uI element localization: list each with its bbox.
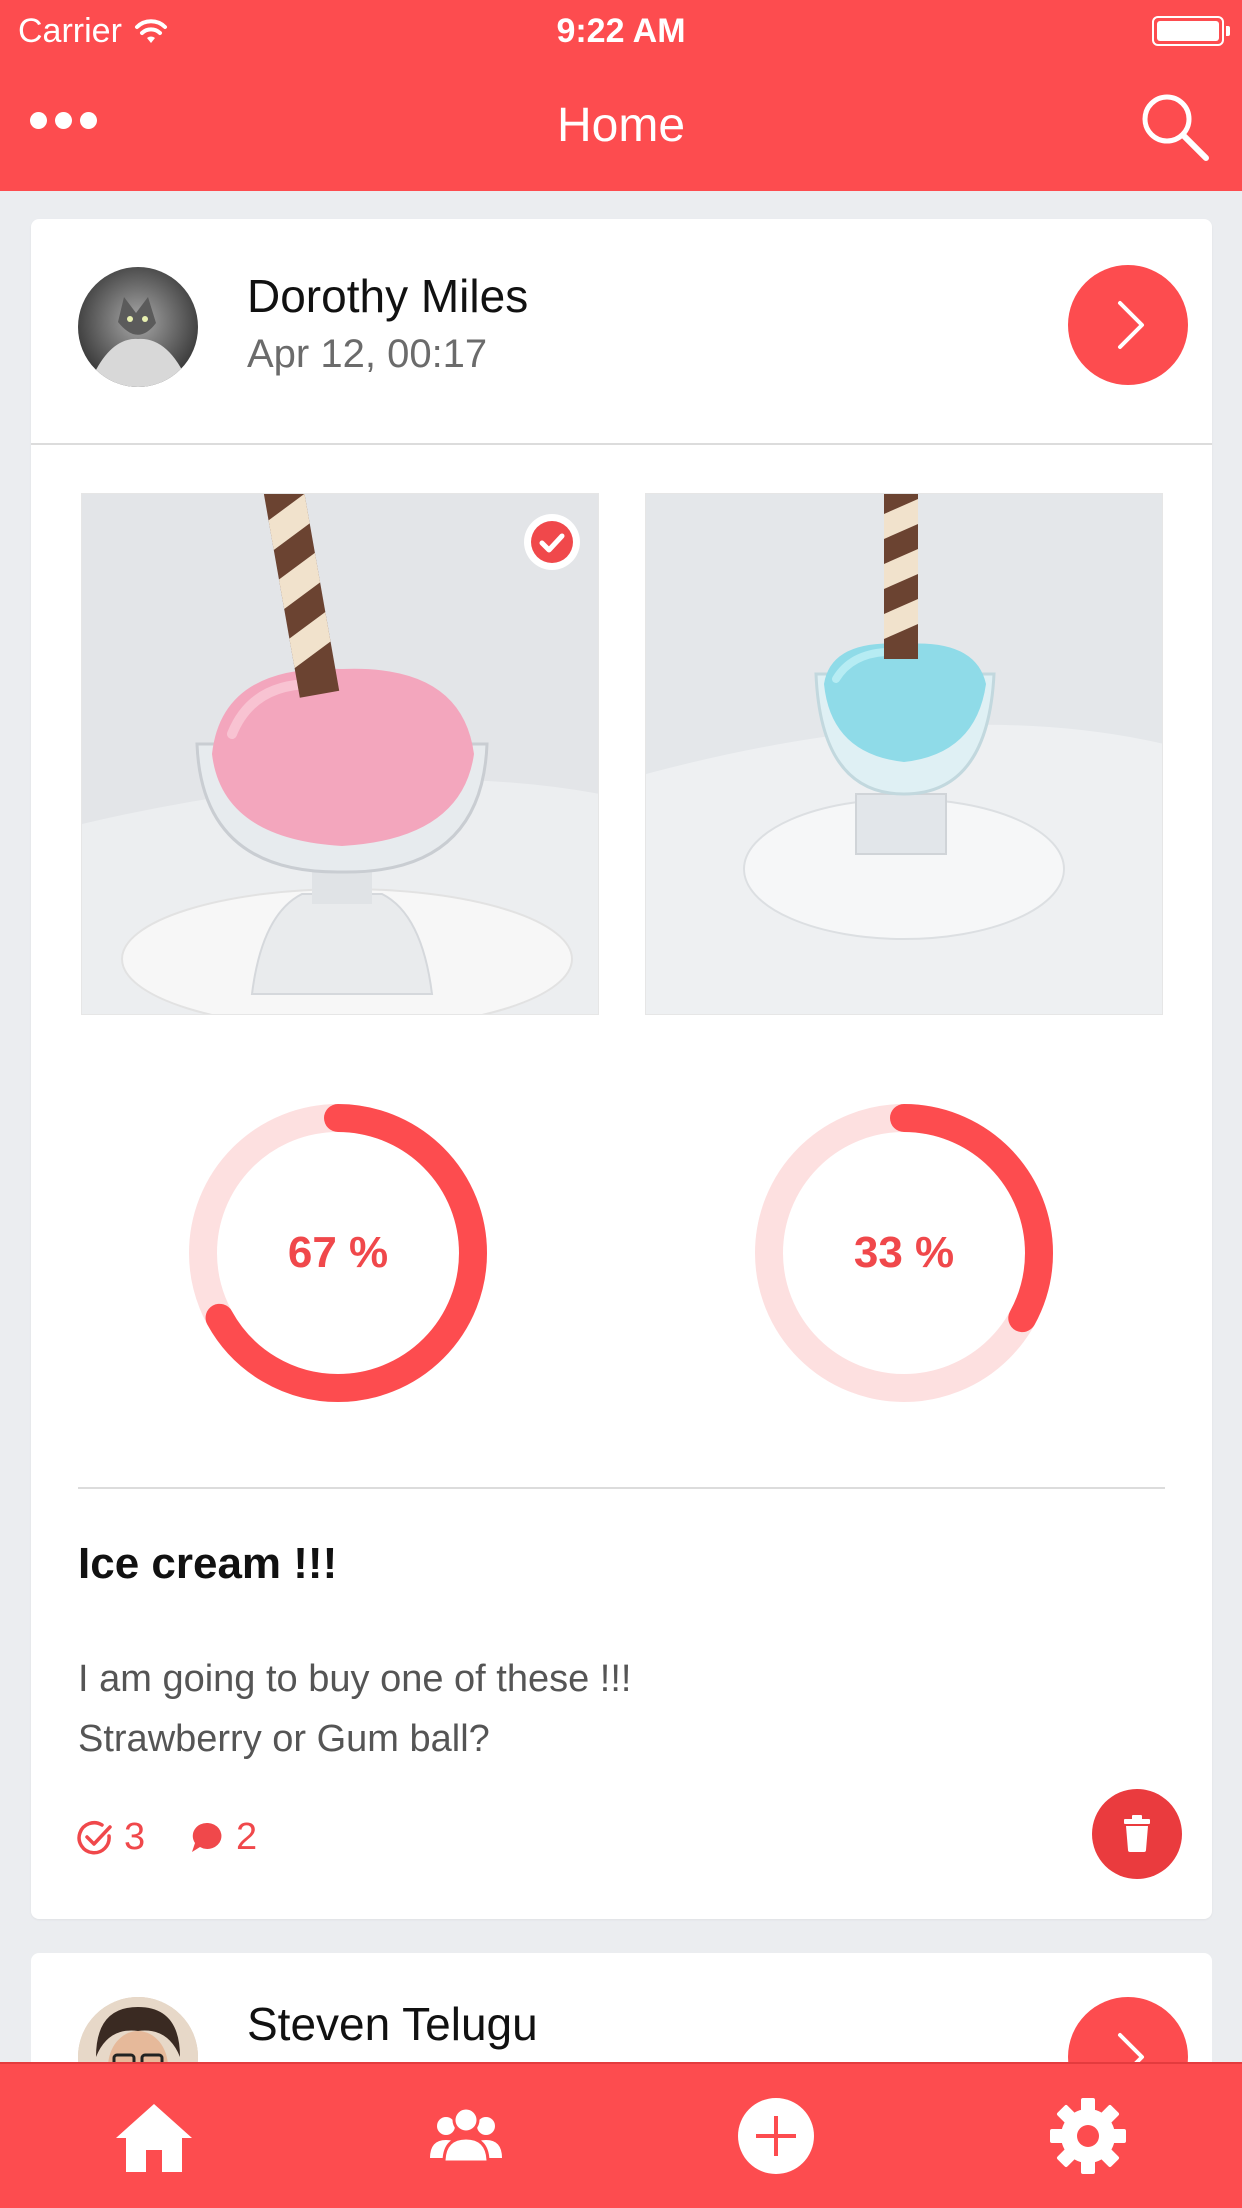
percentage-label: 33 % bbox=[853, 1228, 955, 1277]
cat-avatar-image bbox=[78, 267, 198, 387]
add-icon[interactable] bbox=[726, 2086, 826, 2186]
tab-bar bbox=[0, 2062, 1242, 2208]
author-name[interactable]: Dorothy Miles bbox=[247, 269, 528, 323]
app-header: Carrier 9:22 AM Home bbox=[0, 0, 1242, 191]
strawberry-ice-cream-photo bbox=[82, 494, 598, 1014]
divider bbox=[78, 1487, 1165, 1489]
votes-count[interactable]: 3 bbox=[76, 1816, 145, 1859]
search-icon[interactable] bbox=[1136, 88, 1212, 164]
check-circle-icon bbox=[77, 1820, 112, 1854]
divider bbox=[31, 443, 1212, 445]
option-photo-strawberry[interactable] bbox=[81, 493, 599, 1015]
home-icon[interactable] bbox=[104, 2086, 204, 2186]
status-time: 9:22 AM bbox=[556, 12, 686, 50]
open-post-button[interactable] bbox=[1068, 265, 1188, 385]
chevron-right-icon bbox=[1118, 301, 1144, 349]
votes-value: 3 bbox=[124, 1816, 146, 1858]
post-body-line: Strawberry or Gum ball? bbox=[78, 1718, 490, 1760]
gum-ball-ice-cream-photo bbox=[646, 494, 1162, 1014]
post-date: Apr 12, 00:17 bbox=[247, 332, 488, 376]
battery-icon bbox=[1152, 16, 1230, 46]
post-body-line: I am going to buy one of these !!! bbox=[78, 1658, 632, 1700]
comments-count[interactable]: 2 bbox=[188, 1816, 257, 1859]
vote-percentage-ring-gum-ball: 33 % bbox=[754, 1103, 1054, 1403]
avatar[interactable] bbox=[78, 267, 198, 387]
status-bar: Carrier 9:22 AM bbox=[0, 0, 1242, 62]
settings-icon[interactable] bbox=[1038, 2086, 1138, 2186]
selected-check-icon bbox=[524, 514, 580, 570]
author-name[interactable]: Steven Telugu bbox=[247, 1997, 538, 2051]
post-card: Dorothy Miles Apr 12, 00:17 67 % 33 % Ic… bbox=[31, 219, 1212, 1919]
post-title: Ice cream !!! bbox=[78, 1539, 338, 1588]
option-photo-gum-ball[interactable] bbox=[645, 493, 1163, 1015]
post-body: I am going to buy one of these !!! Straw… bbox=[78, 1649, 631, 1769]
vote-percentage-ring-strawberry: 67 % bbox=[188, 1103, 488, 1403]
trash-icon bbox=[1124, 1815, 1150, 1852]
delete-post-button[interactable] bbox=[1092, 1789, 1182, 1879]
groups-icon[interactable] bbox=[416, 2086, 516, 2186]
page-title: Home bbox=[556, 99, 686, 152]
percentage-label: 67 % bbox=[287, 1228, 389, 1277]
comments-value: 2 bbox=[236, 1816, 258, 1858]
comment-bubble-icon bbox=[192, 1822, 222, 1852]
